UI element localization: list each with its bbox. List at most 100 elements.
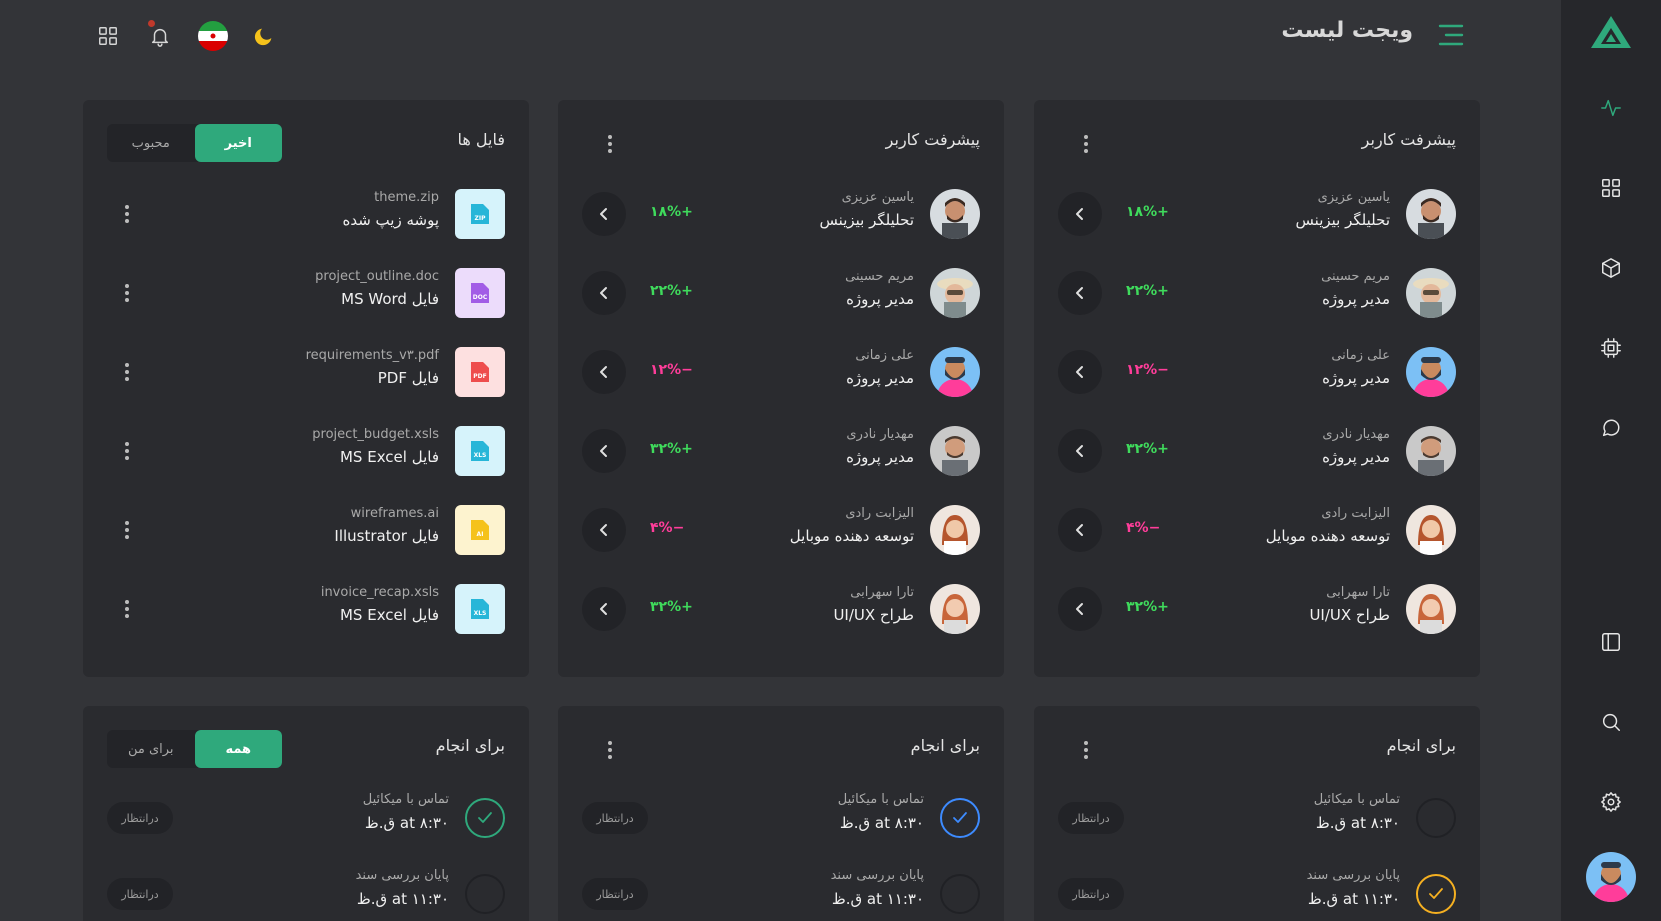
more-options-icon[interactable] — [117, 281, 137, 305]
chevron-left-icon[interactable] — [582, 350, 626, 394]
user-row: مهدیار نادری مدیر پروژه ۳۲%+ — [558, 421, 1004, 481]
file-icon: XLS — [455, 426, 505, 476]
moon-icon[interactable] — [250, 22, 278, 50]
user-row: یاسین عزیزی تحلیلگر بیزینس ۱۸%+ — [558, 184, 1004, 244]
more-options-icon[interactable] — [117, 597, 137, 621]
status-badge: درانتظار — [1058, 802, 1124, 834]
file-name: project_outline.doc — [315, 269, 439, 284]
chevron-left-icon[interactable] — [582, 271, 626, 315]
menu-icon[interactable] — [1436, 22, 1464, 48]
chevron-left-icon[interactable] — [582, 192, 626, 236]
chat-icon[interactable] — [1599, 416, 1623, 440]
chevron-left-icon[interactable] — [582, 587, 626, 631]
checkbox[interactable] — [465, 798, 505, 838]
file-row: AI wireframes.ai فایل Illustrator — [83, 500, 529, 560]
gear-icon[interactable] — [1599, 790, 1623, 814]
avatar — [1406, 426, 1456, 476]
tab-popular[interactable]: محبوب — [107, 124, 195, 162]
todo-time: at ۱۱:۳۰ ق.ظ — [1307, 890, 1400, 908]
status-badge: درانتظار — [582, 802, 648, 834]
svg-text:XLS: XLS — [474, 610, 487, 617]
todo-title: تماس با میکائیل — [362, 792, 449, 807]
file-name: project_budget.xsls — [312, 427, 439, 442]
user-role: توسعه دهنده موبایل — [789, 527, 914, 545]
avatar[interactable] — [1586, 852, 1636, 902]
checkbox[interactable] — [1416, 798, 1456, 838]
sidebar-toggle-icon[interactable] — [1599, 630, 1623, 654]
more-options-icon[interactable] — [117, 202, 137, 226]
more-options-icon[interactable] — [117, 360, 137, 384]
chevron-left-icon[interactable] — [582, 508, 626, 552]
checkbox[interactable] — [940, 798, 980, 838]
user-name: الیزابت رادی — [1321, 506, 1390, 521]
file-name: theme.zip — [374, 190, 439, 205]
more-options-icon[interactable] — [117, 439, 137, 463]
todo-row: تماس با میکائیل at ۸:۳۰ ق.ظ درانتظار — [83, 790, 529, 850]
checkbox[interactable] — [940, 874, 980, 914]
file-name: invoice_recap.xsls — [320, 585, 439, 600]
file-type: فایل MS Excel — [339, 448, 439, 466]
chevron-left-icon[interactable] — [1058, 350, 1102, 394]
user-row: مهدیار نادری مدیر پروژه ۳۲%+ — [1034, 421, 1480, 481]
progress-percent: ۲۲%+ — [1126, 283, 1169, 299]
user-role: تحلیلگر بیزینس — [819, 211, 914, 229]
grid-icon[interactable] — [94, 22, 122, 50]
file-row: DOC project_outline.doc فایل MS Word — [83, 263, 529, 323]
more-options-icon[interactable] — [600, 738, 620, 762]
status-badge: درانتظار — [107, 878, 173, 910]
user-name: مهدیار نادری — [1322, 427, 1390, 442]
more-options-icon[interactable] — [1076, 132, 1096, 156]
tab-recent[interactable]: اخیر — [194, 124, 282, 162]
user-name: تارا سهرابی — [850, 585, 914, 600]
status-badge: درانتظار — [582, 878, 648, 910]
progress-percent: ۳۲%+ — [650, 599, 693, 615]
more-options-icon[interactable] — [600, 132, 620, 156]
todo-card: برای انجام برای من همه تماس با میکائیل at… — [83, 706, 529, 921]
status-badge: درانتظار — [1058, 878, 1124, 910]
chevron-left-icon[interactable] — [1058, 271, 1102, 315]
page-title: ویجت لیست — [1281, 18, 1413, 43]
user-row: علی زمانی مدیر پروژه ۱۲%− — [558, 342, 1004, 402]
bell-icon[interactable] — [146, 20, 174, 50]
file-icon: AI — [455, 505, 505, 555]
file-type: فایل MS Excel — [339, 606, 439, 624]
user-role: مدیر پروژه — [1322, 448, 1390, 466]
file-icon: PDF — [455, 347, 505, 397]
chevron-left-icon[interactable] — [1058, 587, 1102, 631]
chevron-left-icon[interactable] — [1058, 429, 1102, 473]
logo-icon[interactable] — [1589, 14, 1633, 50]
user-name: تارا سهرابی — [1326, 585, 1390, 600]
user-name: مریم حسینی — [1321, 269, 1390, 284]
user-row: مریم حسینی مدیر پروژه ۲۲%+ — [558, 263, 1004, 323]
avatar — [930, 347, 980, 397]
todo-row: پایان بررسی سند at ۱۱:۳۰ ق.ظ درانتظار — [558, 866, 1004, 921]
more-options-icon[interactable] — [1076, 738, 1096, 762]
flag-iran-icon[interactable] — [198, 21, 228, 51]
tab-mine[interactable]: برای من — [107, 730, 195, 768]
todo-card: برای انجام تماس با میکائیل at ۸:۳۰ ق.ظ درا… — [558, 706, 1004, 921]
file-row: ZIP theme.zip پوشه زیپ شده — [83, 184, 529, 244]
tab-all[interactable]: همه — [194, 730, 282, 768]
checkbox[interactable] — [465, 874, 505, 914]
user-row: تارا سهرابی طراح UI/UX ۳۲%+ — [558, 579, 1004, 639]
progress-percent: ۳۲%+ — [1126, 599, 1169, 615]
file-icon: DOC — [455, 268, 505, 318]
chevron-left-icon[interactable] — [582, 429, 626, 473]
search-icon[interactable] — [1599, 710, 1623, 734]
user-progress-card: پیشرفت کاربر یاسین عزیزی تحلیلگر بیزینس ۱۸… — [1034, 100, 1480, 677]
todo-title: تماس با میکائیل — [1313, 792, 1400, 807]
svg-text:PDF: PDF — [473, 373, 486, 380]
more-options-icon[interactable] — [117, 518, 137, 542]
progress-percent: ۱۲%− — [1126, 362, 1169, 378]
chevron-left-icon[interactable] — [1058, 192, 1102, 236]
checkbox[interactable] — [1416, 874, 1456, 914]
grid-icon[interactable] — [1599, 176, 1623, 200]
chip-icon[interactable] — [1599, 336, 1623, 360]
chevron-left-icon[interactable] — [1058, 508, 1102, 552]
avatar — [930, 426, 980, 476]
progress-percent: ۴%− — [650, 520, 685, 536]
activity-icon[interactable] — [1599, 96, 1623, 120]
todo-row: پایان بررسی سند at ۱۱:۳۰ ق.ظ درانتظار — [83, 866, 529, 921]
card-title: برای انجام — [910, 736, 980, 755]
cube-icon[interactable] — [1599, 256, 1623, 280]
